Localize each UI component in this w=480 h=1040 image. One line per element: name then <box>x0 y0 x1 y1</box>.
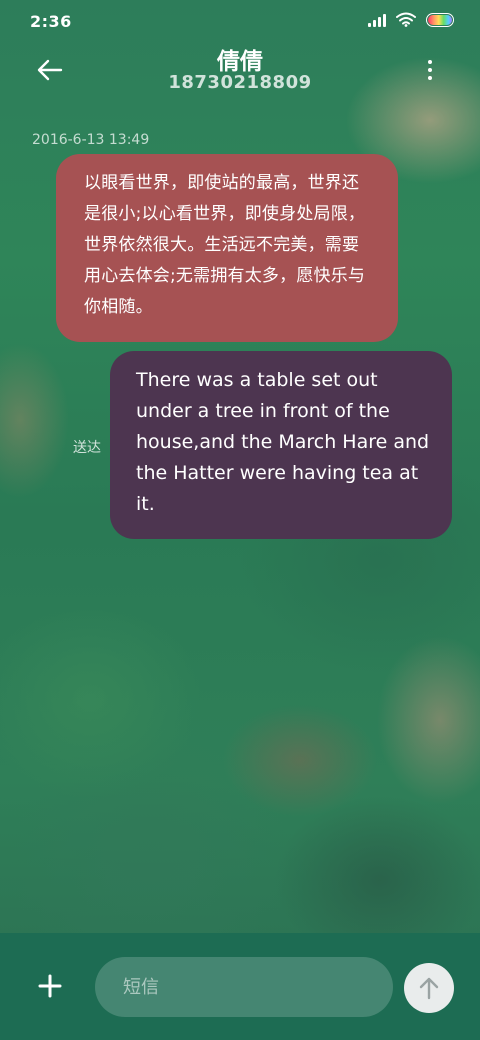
more-vertical-icon[interactable] <box>418 58 442 82</box>
plus-icon <box>38 974 62 998</box>
status-time: 2:36 <box>30 12 72 31</box>
add-attachment-button[interactable] <box>30 971 70 1001</box>
conversation-header: 倩倩 18730218809 <box>0 42 480 112</box>
contact-name: 倩倩 <box>217 49 263 75</box>
sent-message-bubble[interactable]: There was a table set out under a tree i… <box>110 351 452 539</box>
send-button[interactable] <box>404 963 454 1013</box>
wifi-icon <box>396 12 416 27</box>
status-bar: 2:36 <box>0 0 480 42</box>
composer-bar <box>0 933 480 1040</box>
battery-icon <box>426 12 454 27</box>
delivery-status: 送达 <box>73 440 101 456</box>
message-timestamp: 2016-6-13 13:49 <box>32 132 150 148</box>
message-input[interactable] <box>95 957 393 1017</box>
contact-number: 18730218809 <box>168 72 312 93</box>
status-icons <box>368 12 454 27</box>
signal-icon <box>368 13 386 27</box>
arrow-up-icon <box>419 977 439 1000</box>
received-message-bubble[interactable]: 以眼看世界，即使站的最高，世界还是很小;以心看世界，即使身处局限，世界依然很大。… <box>56 154 398 342</box>
